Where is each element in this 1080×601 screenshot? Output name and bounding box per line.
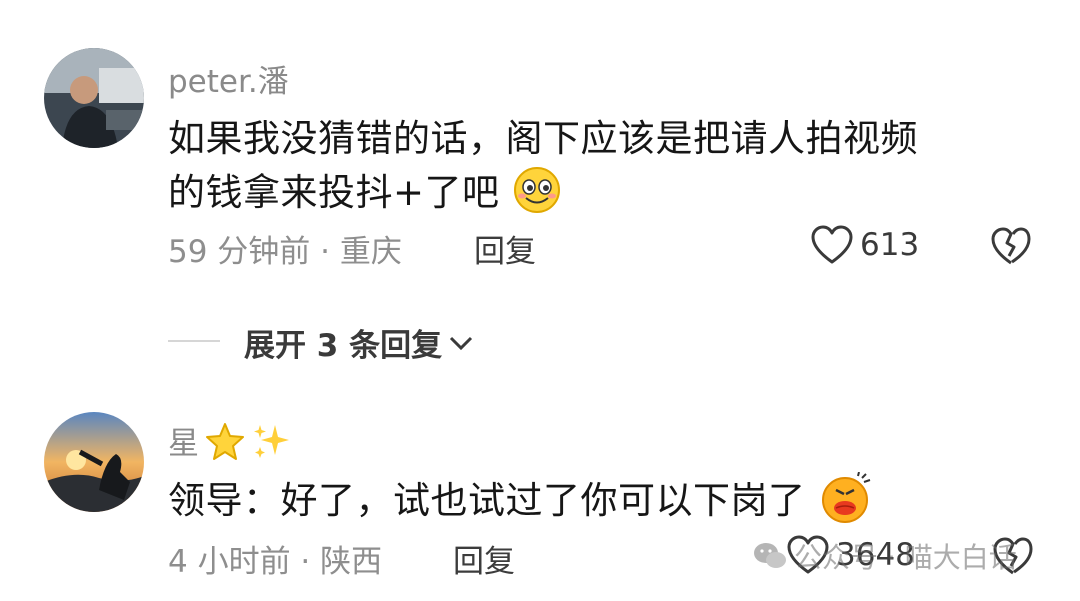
watermark-text: 公众号 · 喵大白话 [794,541,1017,574]
username[interactable]: peter.潘 [168,56,289,101]
kissing-face-emoji [818,471,872,533]
expand-replies-button[interactable]: 展开 3 条回复 [244,320,474,365]
avatar[interactable] [44,48,144,148]
smiling-face-emoji [512,165,562,224]
watermark: 公众号 · 喵大白话 [752,536,1017,576]
comment-meta: 4 小时前 · 陕西 [168,544,383,580]
comment-meta: 59 分钟前 · 重庆 [168,234,402,270]
expand-replies-label: 展开 3 条回复 [244,328,443,364]
wechat-icon [754,543,786,568]
like-button[interactable]: 613 [810,224,919,266]
avatar[interactable] [44,412,144,512]
comment-text-part: 领导：好了，试也试过了你可以下岗了 [168,479,806,522]
sparkles-icon [254,424,289,458]
divider [168,340,220,342]
reply-button[interactable]: 回复 [474,226,536,271]
like-count: 613 [860,227,920,263]
comment-text: 领导：好了，试也试过了你可以下岗了 [168,470,872,533]
comment-text: 如果我没猜错的话，阁下应该是把请人拍视频 [168,117,918,160]
comment-text: 的钱拿来投抖+了吧 [168,162,562,224]
comment-text-part: 的钱拿来投抖+了吧 [168,171,500,214]
chevron-down-icon [450,336,473,350]
heart-icon [811,225,853,264]
username-text: 星 [168,426,199,462]
dislike-icon[interactable] [990,226,1032,266]
username[interactable]: 星 [168,418,293,463]
star-icon [206,422,244,460]
reply-button[interactable]: 回复 [453,536,515,581]
